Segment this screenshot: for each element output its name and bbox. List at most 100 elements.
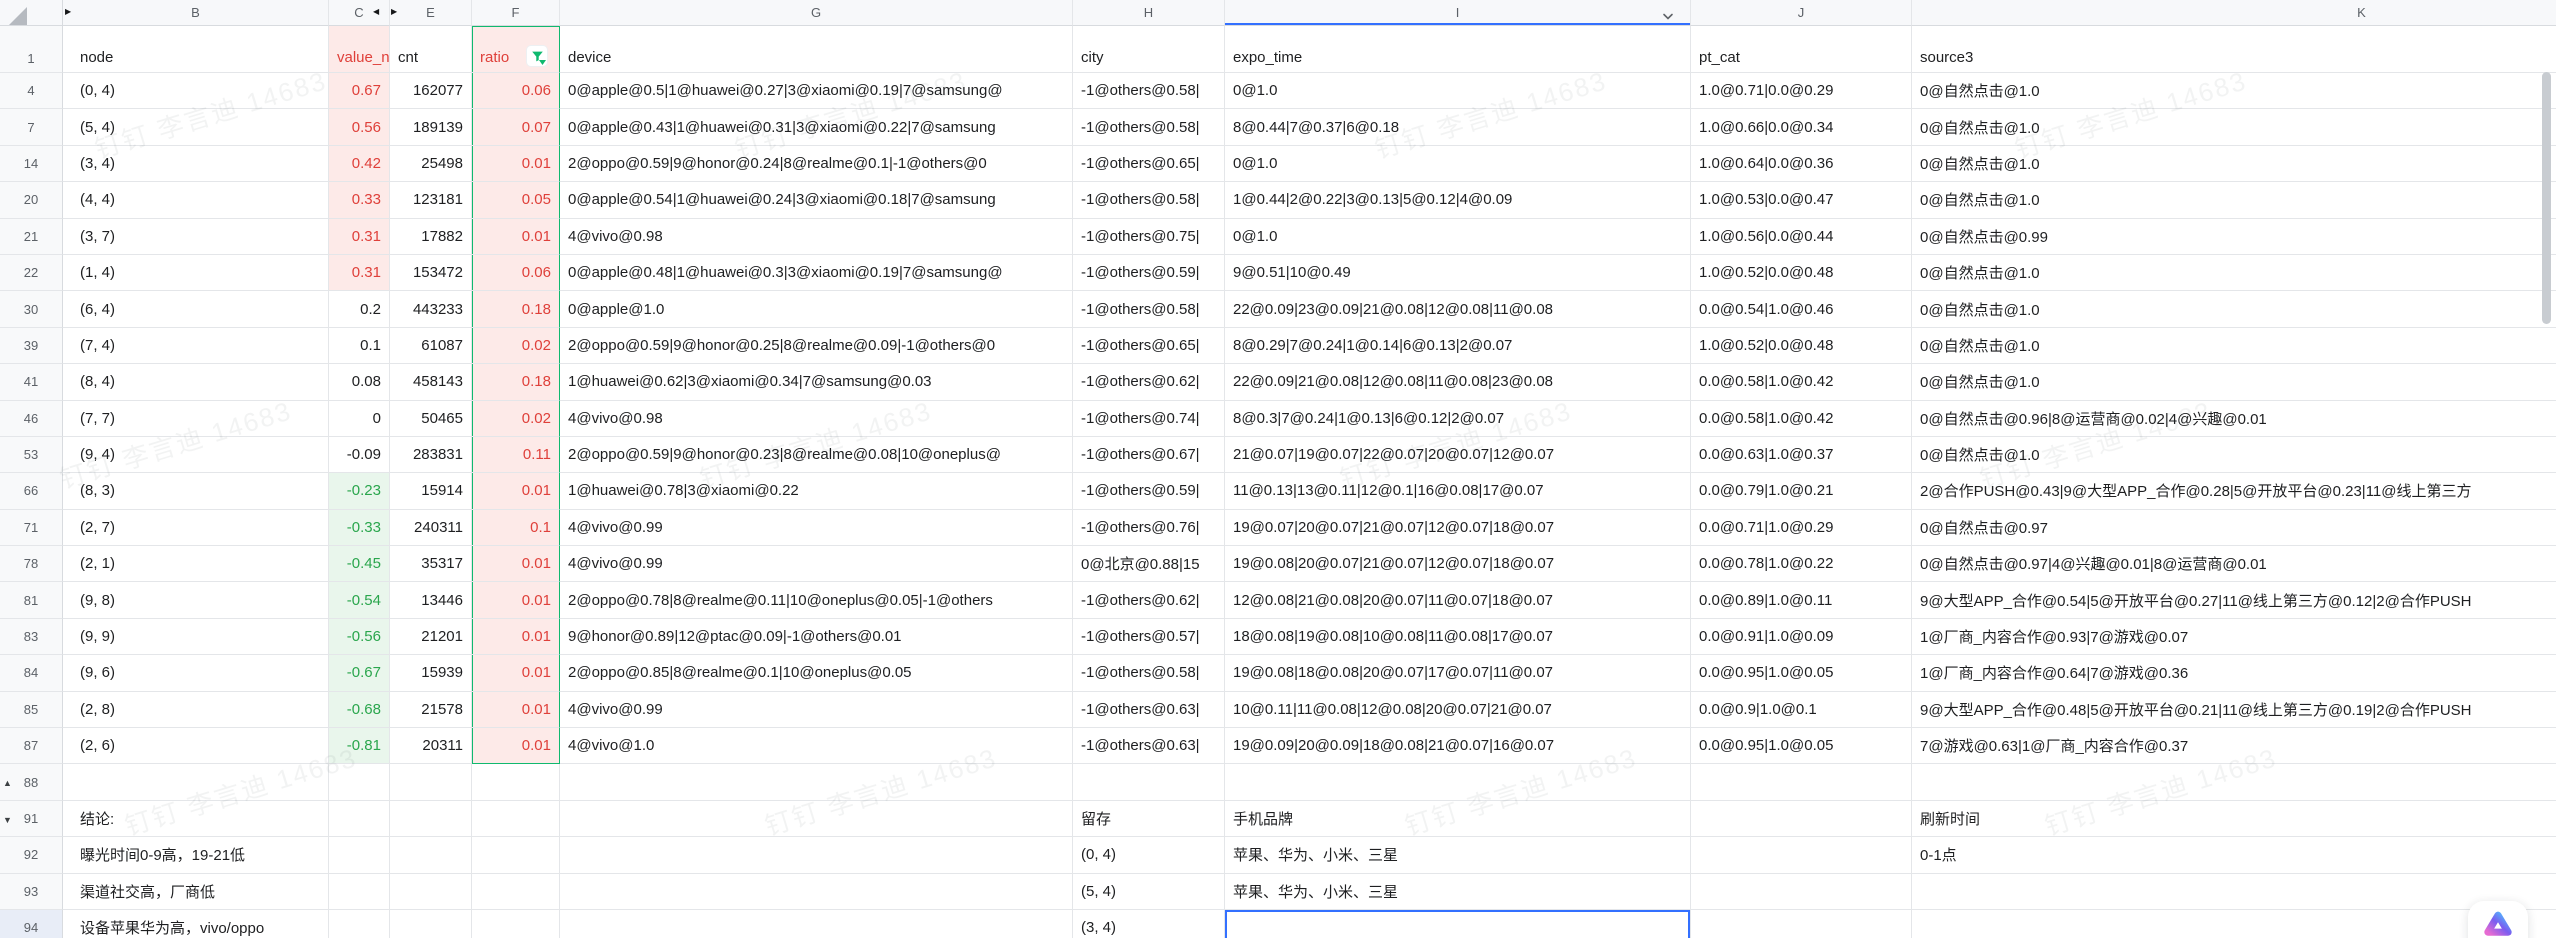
cell-I21[interactable]: 0@1.0 — [1225, 219, 1691, 255]
column-menu-chevron-icon[interactable] — [1662, 9, 1674, 24]
row-header-21[interactable]: 21 — [0, 219, 63, 255]
cell-E91[interactable] — [390, 801, 472, 837]
cell-H66[interactable]: -1@others@0.59| — [1073, 473, 1225, 509]
cell-E39[interactable]: 61087 — [390, 328, 472, 364]
cell-E83[interactable]: 21201 — [390, 619, 472, 655]
cell-K93[interactable] — [1912, 874, 2556, 910]
row-header-87[interactable]: 87 — [0, 728, 63, 764]
cell-C22[interactable]: 0.31 — [329, 255, 390, 291]
cell-H22[interactable]: -1@others@0.59| — [1073, 255, 1225, 291]
cell-G4[interactable]: 0@apple@0.5|1@huawei@0.27|3@xiaomi@0.19|… — [560, 73, 1073, 109]
cell-C20[interactable]: 0.33 — [329, 182, 390, 218]
header-pt_cat[interactable]: pt_cat — [1691, 26, 1912, 73]
cell-G83[interactable]: 9@honor@0.89|12@ptac@0.09|-1@others@0.01 — [560, 619, 1073, 655]
cell-K14[interactable]: 0@自然点击@1.0 — [1912, 146, 2556, 182]
row-header-84[interactable]: 84 — [0, 655, 63, 691]
cell-F71[interactable]: 0.1 — [472, 510, 560, 546]
row-header-53[interactable]: 53 — [0, 437, 63, 473]
cell-B88[interactable] — [63, 764, 329, 800]
cell-G39[interactable]: 2@oppo@0.59|9@honor@0.25|8@realme@0.09|-… — [560, 328, 1073, 364]
cell-K92[interactable]: 0-1点 — [1912, 837, 2556, 873]
cell-C91[interactable] — [329, 801, 390, 837]
header-node[interactable]: node — [63, 26, 329, 73]
cell-H41[interactable]: -1@others@0.62| — [1073, 364, 1225, 400]
cell-C66[interactable]: -0.23 — [329, 473, 390, 509]
cell-C71[interactable]: -0.33 — [329, 510, 390, 546]
cell-B20[interactable]: (4, 4) — [63, 182, 329, 218]
cell-J94[interactable] — [1691, 910, 1912, 938]
cell-G87[interactable]: 4@vivo@1.0 — [560, 728, 1073, 764]
cell-B92[interactable]: 曝光时间0-9高，19-21低 — [63, 837, 329, 873]
cell-G14[interactable]: 2@oppo@0.59|9@honor@0.24|8@realme@0.1|-1… — [560, 146, 1073, 182]
ai-assistant-button[interactable] — [2468, 901, 2528, 938]
cell-B21[interactable]: (3, 7) — [63, 219, 329, 255]
select-all-corner[interactable] — [9, 7, 27, 30]
column-header-E[interactable]: E — [390, 0, 472, 26]
cell-B93[interactable]: 渠道社交高，厂商低 — [63, 874, 329, 910]
cell-J88[interactable] — [1691, 764, 1912, 800]
cell-H84[interactable]: -1@others@0.58| — [1073, 655, 1225, 691]
cell-J85[interactable]: 0.0@0.9|1.0@0.1 — [1691, 692, 1912, 728]
cell-K22[interactable]: 0@自然点击@1.0 — [1912, 255, 2556, 291]
cell-J78[interactable]: 0.0@0.78|1.0@0.22 — [1691, 546, 1912, 582]
cell-F92[interactable] — [472, 837, 560, 873]
header-cnt[interactable]: cnt — [390, 26, 472, 73]
cell-J92[interactable] — [1691, 837, 1912, 873]
row-header-83[interactable]: 83 — [0, 619, 63, 655]
cell-E85[interactable]: 21578 — [390, 692, 472, 728]
cell-J93[interactable] — [1691, 874, 1912, 910]
cell-E88[interactable] — [390, 764, 472, 800]
vertical-scrollbar-thumb[interactable] — [2542, 72, 2551, 324]
row-header-14[interactable]: 14 — [0, 146, 63, 182]
cell-I85[interactable]: 10@0.11|11@0.08|12@0.08|20@0.07|21@0.07 — [1225, 692, 1691, 728]
cell-I4[interactable]: 0@1.0 — [1225, 73, 1691, 109]
cell-H88[interactable] — [1073, 764, 1225, 800]
cell-F7[interactable]: 0.07 — [472, 109, 560, 145]
cell-C85[interactable]: -0.68 — [329, 692, 390, 728]
column-header-K[interactable]: K — [1912, 0, 2556, 26]
cell-C30[interactable]: 0.2 — [329, 291, 390, 327]
cell-K91[interactable]: 刷新时间 — [1912, 801, 2556, 837]
cell-I92[interactable]: 苹果、华为、小米、三星 — [1225, 837, 1691, 873]
header-value_n[interactable]: value_n — [329, 26, 390, 73]
cell-H91[interactable]: 留存 — [1073, 801, 1225, 837]
column-header-F[interactable]: F — [472, 0, 560, 26]
cell-F20[interactable]: 0.05 — [472, 182, 560, 218]
cell-I81[interactable]: 12@0.08|21@0.08|20@0.07|11@0.07|18@0.07 — [1225, 582, 1691, 618]
row-header-93[interactable]: 93 — [0, 874, 63, 910]
cell-I91[interactable]: 手机品牌 — [1225, 801, 1691, 837]
cell-J30[interactable]: 0.0@0.54|1.0@0.46 — [1691, 291, 1912, 327]
cell-F83[interactable]: 0.01 — [472, 619, 560, 655]
cell-K83[interactable]: 1@厂商_内容合作@0.93|7@游戏@0.07 — [1912, 619, 2556, 655]
cell-J87[interactable]: 0.0@0.95|1.0@0.05 — [1691, 728, 1912, 764]
row-group-collapse-down-icon[interactable]: ▼ — [3, 816, 12, 825]
cell-F78[interactable]: 0.01 — [472, 546, 560, 582]
cell-C83[interactable]: -0.56 — [329, 619, 390, 655]
cell-B30[interactable]: (6, 4) — [63, 291, 329, 327]
cell-E78[interactable]: 35317 — [390, 546, 472, 582]
cell-F91[interactable] — [472, 801, 560, 837]
cell-K71[interactable]: 0@自然点击@0.97 — [1912, 510, 2556, 546]
cell-E20[interactable]: 123181 — [390, 182, 472, 218]
row-header-20[interactable]: 20 — [0, 182, 63, 218]
cell-J7[interactable]: 1.0@0.66|0.0@0.34 — [1691, 109, 1912, 145]
cell-C46[interactable]: 0 — [329, 401, 390, 437]
header-device[interactable]: device — [560, 26, 1073, 73]
cell-E21[interactable]: 17882 — [390, 219, 472, 255]
cell-I53[interactable]: 21@0.07|19@0.07|22@0.07|20@0.07|12@0.07 — [1225, 437, 1691, 473]
cell-G78[interactable]: 4@vivo@0.99 — [560, 546, 1073, 582]
column-header-H[interactable]: H — [1073, 0, 1225, 26]
cell-K88[interactable] — [1912, 764, 2556, 800]
cell-I14[interactable]: 0@1.0 — [1225, 146, 1691, 182]
cell-J20[interactable]: 1.0@0.53|0.0@0.47 — [1691, 182, 1912, 218]
cell-I78[interactable]: 19@0.08|20@0.07|21@0.07|12@0.07|18@0.07 — [1225, 546, 1691, 582]
cell-G92[interactable] — [560, 837, 1073, 873]
cell-C53[interactable]: -0.09 — [329, 437, 390, 473]
cell-E53[interactable]: 283831 — [390, 437, 472, 473]
cell-J22[interactable]: 1.0@0.52|0.0@0.48 — [1691, 255, 1912, 291]
row-header-85[interactable]: 85 — [0, 692, 63, 728]
cell-G53[interactable]: 2@oppo@0.59|9@honor@0.23|8@realme@0.08|1… — [560, 437, 1073, 473]
cell-G85[interactable]: 4@vivo@0.99 — [560, 692, 1073, 728]
cell-E41[interactable]: 458143 — [390, 364, 472, 400]
cell-B41[interactable]: (8, 4) — [63, 364, 329, 400]
